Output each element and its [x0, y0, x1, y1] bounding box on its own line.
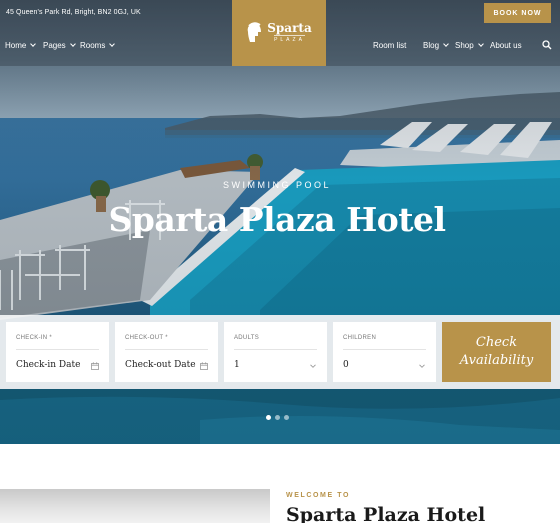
field-divider: [234, 349, 317, 350]
hero-subtitle: SWIMMING POOL: [222, 180, 331, 190]
calendar-icon: [200, 362, 208, 370]
field-divider: [16, 349, 99, 350]
nav-item-shop[interactable]: Shop: [455, 41, 484, 50]
nav-item-label: Blog: [423, 41, 440, 50]
field-divider: [343, 349, 426, 350]
chevron-down-icon: [477, 41, 484, 47]
field-label: CHECK-OUT *: [125, 335, 168, 341]
search-icon[interactable]: [542, 40, 552, 50]
slider-dot[interactable]: [275, 415, 280, 420]
calendar-icon: [91, 362, 99, 370]
book-now-button[interactable]: BOOK NOW: [484, 3, 551, 23]
check-in-field[interactable]: CHECK-IN * Check-in Date: [6, 322, 109, 382]
nav-item-about-us[interactable]: About us: [490, 41, 522, 50]
field-divider: [125, 349, 208, 350]
nav-item-room-list[interactable]: Room list: [373, 41, 406, 50]
slider-dot[interactable]: [266, 415, 271, 420]
nav-item-label: Pages: [43, 41, 66, 50]
check-in-value: Check-in Date: [16, 360, 81, 370]
spartan-helmet-icon: [247, 22, 262, 42]
logo-sub: PLAZA: [274, 35, 305, 43]
check-availability-button[interactable]: Check Availability: [442, 322, 551, 382]
nav-item-rooms[interactable]: Rooms: [80, 41, 116, 50]
welcome-label: WELCOME TO: [286, 492, 351, 499]
children-value: 0: [343, 360, 349, 370]
about-title: Sparta Plaza Hotel: [286, 504, 486, 523]
nav-item-blog[interactable]: Blog: [423, 41, 449, 50]
slider-dots: [266, 415, 289, 420]
chevron-down-icon: [310, 364, 316, 368]
hero-title: Sparta Plaza Hotel: [108, 200, 446, 239]
nav-item-home[interactable]: Home: [5, 41, 37, 50]
chevron-down-icon: [419, 364, 425, 368]
field-label: CHECK-IN *: [16, 335, 53, 341]
header-address: 45 Queen's Park Rd, Bright, BN2 0GJ, UK: [6, 9, 141, 16]
chevron-down-icon: [109, 41, 116, 47]
nav-item-label: Home: [5, 41, 27, 50]
check-out-field[interactable]: CHECK-OUT * Check-out Date: [115, 322, 218, 382]
check-out-value: Check-out Date: [125, 360, 196, 370]
logo-name: Sparta: [267, 21, 312, 35]
chevron-down-icon: [69, 41, 76, 47]
booking-bar: CHECK-IN * Check-in Date CHECK-OUT * Che…: [0, 315, 560, 389]
nav-item-label: Rooms: [80, 41, 106, 50]
adults-value: 1: [234, 360, 240, 370]
slider-dot[interactable]: [284, 415, 289, 420]
about-image: [0, 489, 270, 523]
chevron-down-icon: [30, 41, 37, 47]
nav-item-label: About us: [490, 41, 522, 50]
nav-item-label: Room list: [373, 41, 407, 50]
logo[interactable]: Sparta PLAZA: [232, 0, 326, 66]
children-select[interactable]: CHILDREN 0: [333, 322, 436, 382]
nav-item-label: Shop: [455, 41, 474, 50]
chevron-down-icon: [443, 41, 449, 47]
field-label: CHILDREN: [343, 335, 377, 341]
nav-item-pages[interactable]: Pages: [43, 41, 76, 50]
adults-select[interactable]: ADULTS 1: [224, 322, 327, 382]
field-label: ADULTS: [234, 335, 260, 341]
